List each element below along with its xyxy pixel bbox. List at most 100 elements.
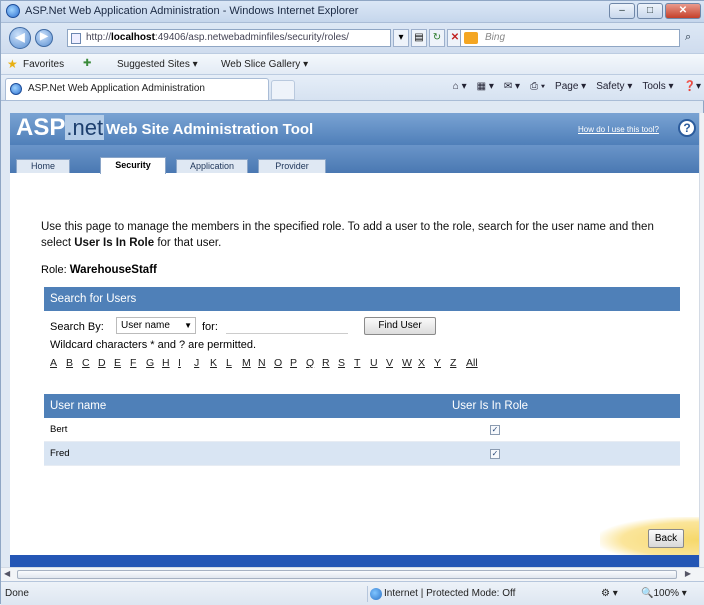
letter-link[interactable]: V	[386, 357, 402, 369]
letter-link[interactable]: M	[242, 357, 258, 369]
for-label: for:	[202, 321, 218, 333]
print-icon[interactable]: ⎙ ▾	[530, 81, 545, 92]
zoom-value: 100%	[653, 588, 680, 599]
table-row: Fred ✓	[44, 442, 680, 466]
feeds-icon[interactable]: ▦ ▾	[477, 81, 494, 92]
browser-tab[interactable]: ASP.Net Web Application Administration	[5, 78, 269, 100]
user-name-cell: Bert	[50, 424, 68, 435]
tab-ie-icon	[10, 83, 22, 95]
search-by-select[interactable]: User name ▼	[116, 317, 196, 334]
letter-link[interactable]: W	[402, 357, 418, 369]
minimize-button[interactable]: –	[609, 3, 635, 19]
compatibility-view-icon[interactable]: ▤	[411, 29, 427, 47]
letter-link[interactable]: Z	[450, 357, 466, 369]
globe-icon	[370, 588, 382, 600]
page-description: Use this page to manage the members in t…	[41, 221, 654, 249]
letter-link[interactable]: I	[178, 357, 194, 369]
letter-link[interactable]: L	[226, 357, 242, 369]
letter-link-all[interactable]: All	[466, 357, 486, 369]
tab-application[interactable]: Application	[176, 159, 248, 173]
letter-link[interactable]: H	[162, 357, 178, 369]
page-menu[interactable]: Page ▾	[555, 81, 586, 92]
scroll-right-icon[interactable]: ▶	[685, 569, 691, 578]
table-row: Bert ✓	[44, 418, 680, 442]
letter-link[interactable]: O	[274, 357, 290, 369]
zoom-level[interactable]: 🔍100% ▾	[641, 588, 687, 599]
scroll-left-icon[interactable]: ◀	[4, 569, 10, 578]
users-grid: User name User Is In Role Bert ✓ Fred ✓	[44, 394, 680, 466]
favorites-bar: ★ Favorites ✚ Suggested Sites ▾ Web Slic…	[1, 53, 704, 75]
user-is-in-role-emphasis: User Is In Role	[74, 237, 155, 249]
home-icon[interactable]: ⌂ ▾	[453, 81, 467, 92]
help-icon[interactable]: ?	[678, 119, 696, 137]
alphabet-links: A B C D E F G H I J K L M N O P Q R S T	[50, 357, 486, 369]
security-zone[interactable]: Internet | Protected Mode: Off	[367, 586, 515, 602]
web-slice-gallery-link[interactable]: Web Slice Gallery ▾	[221, 59, 308, 70]
tab-home[interactable]: Home	[16, 159, 70, 173]
letter-link[interactable]: X	[418, 357, 434, 369]
tools-menu[interactable]: Tools ▾	[642, 81, 673, 92]
mail-icon[interactable]: ✉ ▾	[504, 81, 520, 92]
refresh-icon[interactable]: ↻	[429, 29, 445, 47]
bing-icon	[464, 32, 478, 44]
safety-menu[interactable]: Safety ▾	[596, 81, 632, 92]
add-favorite-icon[interactable]: ✚	[83, 58, 91, 69]
maximize-button[interactable]: □	[637, 3, 663, 19]
browser-tab-label: ASP.Net Web Application Administration	[28, 83, 205, 94]
search-user-input[interactable]	[226, 317, 348, 334]
letter-link[interactable]: Q	[306, 357, 322, 369]
help-link[interactable]: How do I use this tool?	[578, 125, 659, 134]
user-name-cell: Fred	[50, 448, 70, 459]
arrow-right-icon: ▶	[40, 31, 48, 42]
letter-link[interactable]: G	[146, 357, 162, 369]
letter-link[interactable]: P	[290, 357, 306, 369]
letter-link[interactable]: A	[50, 357, 66, 369]
status-tools-icon[interactable]: ⚙ ▾	[601, 588, 618, 599]
tab-provider[interactable]: Provider	[258, 159, 326, 173]
suggested-sites-link[interactable]: Suggested Sites ▾	[117, 59, 198, 70]
letter-link[interactable]: B	[66, 357, 82, 369]
find-user-button[interactable]: Find User	[364, 317, 436, 335]
letter-link[interactable]: E	[114, 357, 130, 369]
search-box[interactable]: Bing	[460, 29, 680, 47]
letter-link[interactable]: J	[194, 357, 210, 369]
user-in-role-checkbox[interactable]: ✓	[490, 425, 500, 435]
user-in-role-checkbox[interactable]: ✓	[490, 449, 500, 459]
forward-nav-button[interactable]: ▶	[35, 29, 53, 47]
vertical-scrollbar[interactable]	[699, 113, 704, 567]
tab-security[interactable]: Security	[100, 157, 166, 174]
letter-link[interactable]: U	[370, 357, 386, 369]
window-title: ASP.Net Web Application Administration -…	[25, 5, 359, 17]
search-placeholder: Bing	[485, 32, 506, 43]
search-icon[interactable]: ⌕	[685, 31, 691, 44]
letter-link[interactable]: R	[322, 357, 338, 369]
admin-banner: ASP.net Web Site Administration Tool How…	[10, 113, 699, 145]
address-toolbar: ◀ ▶ http://localhost:49406/asp.netwebadm…	[1, 23, 704, 53]
address-dropdown-button[interactable]: ▾	[393, 29, 409, 47]
close-button[interactable]: ✕	[665, 3, 701, 19]
horizontal-scrollbar[interactable]: ◀ ▶	[1, 567, 704, 581]
column-header-in-role: User Is In Role	[452, 400, 529, 412]
tool-title: Web Site Administration Tool	[106, 121, 314, 138]
role-name: WarehouseStaff	[69, 264, 157, 276]
address-input[interactable]: http://localhost:49406/asp.netwebadminfi…	[67, 29, 391, 47]
letter-link[interactable]: D	[98, 357, 114, 369]
favorites-button[interactable]: Favorites	[23, 59, 64, 70]
letter-link[interactable]: N	[258, 357, 274, 369]
new-tab-button[interactable]	[271, 80, 295, 100]
back-nav-button[interactable]: ◀	[9, 27, 31, 49]
letter-link[interactable]: C	[82, 357, 98, 369]
command-bar: ⌂ ▾ ▦ ▾ ✉ ▾ ⎙ ▾ Page ▾ Safety ▾ Tools ▾ …	[453, 81, 701, 92]
role-line: Role: WarehouseStaff	[41, 264, 157, 276]
letter-link[interactable]: K	[210, 357, 226, 369]
letter-link[interactable]: Y	[434, 357, 450, 369]
scrollbar-thumb[interactable]	[17, 570, 677, 579]
help-menu-icon[interactable]: ❓▾	[684, 81, 701, 92]
page-content: ASP.net Web Site Administration Tool How…	[10, 113, 699, 555]
back-button[interactable]: Back	[648, 529, 684, 548]
letter-link[interactable]: T	[354, 357, 370, 369]
search-by-value: User name	[121, 320, 170, 331]
letter-link[interactable]: S	[338, 357, 354, 369]
page-icon	[71, 33, 81, 44]
letter-link[interactable]: F	[130, 357, 146, 369]
